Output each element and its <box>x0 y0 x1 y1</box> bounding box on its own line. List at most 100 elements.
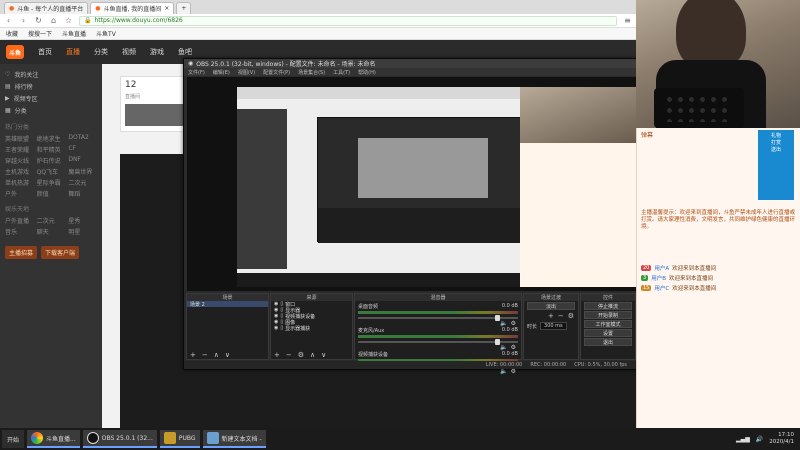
eye-icon[interactable]: ◉ <box>274 325 278 331</box>
site-logo[interactable]: 斗鱼 <box>6 45 24 59</box>
category-link[interactable]: 颜值 <box>37 189 66 198</box>
chat-username[interactable]: 用户C <box>654 284 669 292</box>
lock-icon[interactable]: ▯ <box>280 325 283 331</box>
taskbar-item-browser[interactable]: 斗鱼直播... <box>27 430 80 448</box>
source-item[interactable]: ◉ ▯ 显示器捕获 <box>271 325 352 332</box>
sidebar-item[interactable]: ▶ 视频专区 <box>5 92 97 104</box>
network-icon[interactable]: ▂▄▆ <box>736 436 750 443</box>
transition-select[interactable]: 淡出 <box>527 302 575 310</box>
volume-slider[interactable] <box>358 339 518 345</box>
sidebar-item[interactable]: ▦ 分类 <box>5 104 97 116</box>
gear-icon[interactable]: ⚙ <box>568 312 574 320</box>
forward-icon[interactable]: › <box>19 16 28 25</box>
volume-icon[interactable]: 🔊 <box>756 436 763 443</box>
sidebar-item[interactable]: ▤ 排行榜 <box>5 80 97 92</box>
taskbar-item-notepad[interactable]: 新建文本文档 - <box>202 430 266 448</box>
control-button[interactable]: 退出 <box>584 338 632 346</box>
category-link[interactable]: DOTA2 <box>68 134 97 143</box>
add-icon[interactable]: + <box>274 351 280 359</box>
obs-menu-item[interactable]: 帮助(H) <box>358 69 376 76</box>
scene-item[interactable]: 场景 2 <box>187 301 268 308</box>
remove-icon[interactable]: − <box>558 312 564 320</box>
gear-icon[interactable]: ⚙ <box>511 344 516 351</box>
category-link[interactable]: 舞蹈 <box>68 189 97 198</box>
obs-menu-item[interactable]: 配置文件(P) <box>263 69 290 76</box>
nav-link[interactable]: 首页 <box>38 47 52 57</box>
taskbar-item-pubg[interactable]: PUBG <box>159 430 200 448</box>
obs-preview[interactable] <box>187 77 636 291</box>
chat-username[interactable]: 用户A <box>654 264 669 272</box>
down-icon[interactable]: ∨ <box>225 351 230 359</box>
add-icon[interactable]: + <box>548 312 554 320</box>
gear-icon[interactable]: ⚙ <box>298 351 304 359</box>
control-button[interactable]: 开始录制 <box>584 311 632 319</box>
category-link[interactable]: 星际争霸 <box>37 178 66 187</box>
download-button[interactable]: 下载客户端 <box>40 246 79 259</box>
obs-menu-item[interactable]: 场景集合(S) <box>298 69 325 76</box>
sidebar-item[interactable]: ♡ 我的关注 <box>5 68 97 80</box>
category-link[interactable]: CF <box>68 145 97 154</box>
bookmark-item[interactable]: 收藏 <box>6 29 18 38</box>
category-link[interactable]: 星秀 <box>68 216 97 225</box>
browser-tab-active[interactable]: ● 斗鱼直播, 我的直播间 × <box>90 2 175 14</box>
category-link[interactable]: 绝地求生 <box>37 134 66 143</box>
chat-username[interactable]: 用户B <box>651 274 666 282</box>
close-icon[interactable]: × <box>164 5 169 12</box>
volume-slider[interactable] <box>358 315 518 321</box>
remove-icon[interactable]: − <box>286 351 292 359</box>
bookmark-item[interactable]: 斗鱼TV <box>96 29 116 38</box>
up-icon[interactable]: ∧ <box>214 351 219 359</box>
speaker-icon[interactable]: 🔈 <box>500 344 507 351</box>
category-link[interactable]: 户外直播 <box>5 216 34 225</box>
obs-menu-item[interactable]: 视图(V) <box>238 69 255 76</box>
address-bar[interactable]: 🔒 https://www.douyu.com/6826 <box>79 15 617 26</box>
control-button[interactable]: 设置 <box>584 329 632 337</box>
category-link[interactable]: 音乐 <box>5 227 34 236</box>
category-link[interactable]: 明星 <box>68 227 97 236</box>
nav-link[interactable]: 鱼吧 <box>178 47 192 57</box>
control-button[interactable]: 停止推流 <box>584 302 632 310</box>
nav-link[interactable]: 分类 <box>94 47 108 57</box>
start-button[interactable]: 开始 <box>2 430 24 448</box>
home-icon[interactable]: ⌂ <box>49 16 58 25</box>
remove-icon[interactable]: − <box>202 351 208 359</box>
refresh-icon[interactable]: ↻ <box>34 16 43 25</box>
star-icon[interactable]: ☆ <box>64 16 73 25</box>
bookmark-item[interactable]: 斗鱼直播 <box>62 29 86 38</box>
speaker-icon[interactable]: 🔈 <box>500 320 507 327</box>
control-button[interactable]: 工作室模式 <box>584 320 632 328</box>
category-link[interactable]: QQ飞车 <box>37 167 66 176</box>
category-link[interactable]: 穿越火线 <box>5 156 34 165</box>
category-link[interactable]: 主机游戏 <box>5 167 34 176</box>
nav-link-active[interactable]: 直播 <box>66 47 80 57</box>
gift-banner[interactable]: 礼物 打赏 送出 <box>758 130 794 200</box>
category-link[interactable]: 聊天 <box>37 227 66 236</box>
back-icon[interactable]: ‹ <box>4 16 13 25</box>
obs-menu-item[interactable]: 文件(F) <box>188 69 205 76</box>
room-card[interactable]: 12 直播间 <box>120 76 190 132</box>
category-link[interactable]: 二次元 <box>68 178 97 187</box>
down-icon[interactable]: ∨ <box>321 351 326 359</box>
nav-link[interactable]: 游戏 <box>150 47 164 57</box>
browser-tab[interactable]: ● 斗鱼 - 每个人的直播平台 <box>4 2 89 14</box>
bookmark-item[interactable]: 搜搜一下 <box>28 29 52 38</box>
obs-menu-item[interactable]: 编辑(E) <box>213 69 230 76</box>
obs-menu-item[interactable]: 工具(T) <box>333 69 350 76</box>
clock[interactable]: 17:10 2020/4/1 <box>769 432 794 446</box>
taskbar-item-obs[interactable]: OBS 25.0.1 (32... <box>82 430 157 448</box>
up-icon[interactable]: ∧ <box>310 351 315 359</box>
speaker-icon[interactable]: 🔈 <box>500 368 507 375</box>
category-link[interactable]: 英雄联盟 <box>5 134 34 143</box>
category-link[interactable]: 户外 <box>5 189 34 198</box>
new-tab-button[interactable]: + <box>176 2 192 14</box>
gear-icon[interactable]: ⚙ <box>511 320 516 327</box>
category-link[interactable]: 王者荣耀 <box>5 145 34 154</box>
category-link[interactable]: DNF <box>68 156 97 165</box>
menu-icon[interactable]: ≡ <box>623 16 632 25</box>
category-link[interactable]: 二次元 <box>37 216 66 225</box>
duration-input[interactable]: 300 ms <box>540 322 567 330</box>
category-link[interactable]: 魔兽世界 <box>68 167 97 176</box>
nav-link[interactable]: 视频 <box>122 47 136 57</box>
add-icon[interactable]: + <box>190 351 196 359</box>
recruit-button[interactable]: 主播招募 <box>5 246 38 259</box>
